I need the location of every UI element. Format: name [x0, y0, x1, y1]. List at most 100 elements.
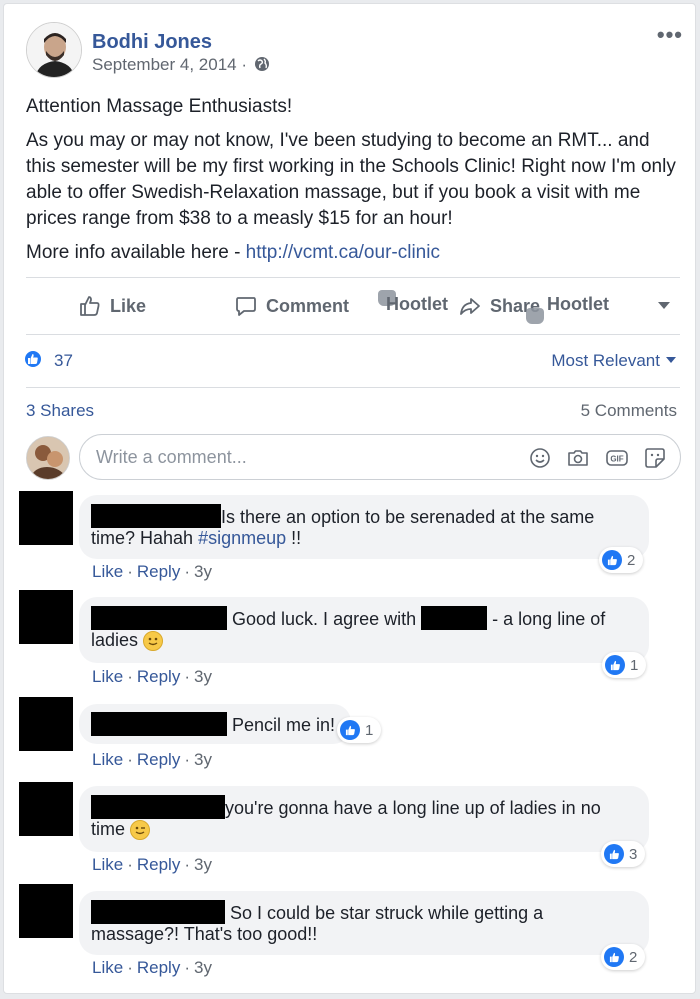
comment-text: - a long line of: [492, 609, 606, 629]
comment-reaction-count[interactable]: 2: [599, 547, 644, 573]
author-avatar[interactable]: [26, 22, 82, 78]
commenter-avatar[interactable]: [19, 491, 73, 545]
comment-text: So I could be star struck while getting …: [230, 903, 544, 923]
comment-reply-link[interactable]: Reply: [137, 750, 180, 769]
comment-bubble: Pencil me in!: [79, 704, 351, 744]
comment-reaction-count[interactable]: 1: [337, 717, 382, 743]
comment-text: time: [91, 819, 126, 839]
comment-label: Comment: [266, 295, 350, 316]
reaction-number: 3: [629, 845, 638, 863]
like-label: Like: [110, 295, 147, 316]
comment-bubble: Is there an option to be serenaded at th…: [79, 495, 649, 559]
comment-like-link[interactable]: Like: [92, 667, 123, 686]
comment-box[interactable]: GIF: [79, 434, 681, 480]
post-body: Attention Massage Enthusiasts! As you ma…: [26, 94, 676, 274]
author-photo-icon: [27, 23, 81, 77]
user-photo-icon: [27, 437, 69, 479]
commenter-avatar[interactable]: [19, 590, 73, 644]
comment-time[interactable]: 3y: [194, 667, 212, 686]
post-more-info: More info available here - http://vcmt.c…: [26, 240, 676, 266]
comment-meta: Like · Reply · 3y: [92, 750, 212, 769]
comment-reply-link[interactable]: Reply: [137, 855, 180, 874]
sort-comments-dropdown[interactable]: Most Relevant: [551, 351, 676, 371]
comment-text: time? Hahah: [91, 528, 199, 548]
hootlet-label: Hootlet: [386, 294, 448, 314]
reaction-count[interactable]: 37: [54, 351, 73, 371]
current-user-avatar: [26, 436, 70, 480]
wink-emoji-icon: [130, 820, 151, 840]
comment-bubble: you're gonna have a long line up of ladi…: [79, 786, 649, 852]
redacted-name: [91, 795, 225, 819]
comment-time[interactable]: 3y: [194, 562, 212, 581]
camera-icon[interactable]: [566, 446, 590, 470]
more-options-icon[interactable]: •••: [657, 22, 683, 48]
hootlet-owl-icon: [526, 308, 544, 324]
comment-input[interactable]: [96, 445, 516, 469]
redacted-name: [91, 504, 221, 528]
commenter-avatar[interactable]: [19, 782, 73, 836]
clinic-link[interactable]: http://vcmt.ca/our-clinic: [246, 242, 440, 263]
comment-time[interactable]: 3y: [194, 750, 212, 769]
shares-count[interactable]: 3 Shares: [26, 401, 94, 421]
comment-reaction-count[interactable]: 1: [602, 652, 647, 678]
comment-reply-link[interactable]: Reply: [137, 667, 180, 686]
like-reaction-icon: [605, 655, 625, 675]
redacted-name: [421, 606, 488, 630]
comment-time[interactable]: 3y: [194, 855, 212, 874]
caret-down-icon: [666, 357, 676, 363]
reaction-number: 1: [630, 656, 639, 674]
post-date[interactable]: September 4, 2014 ·: [92, 55, 270, 75]
redacted-name: [91, 606, 227, 630]
post-date-text[interactable]: September 4, 2014 ·: [92, 55, 247, 74]
chevron-down-icon[interactable]: [658, 302, 670, 309]
comment-meta: Like · Reply · 3y: [92, 562, 212, 581]
reactions-row: 37 Most Relevant: [23, 335, 680, 388]
hootlet-share-label: Hootlet: [547, 294, 609, 314]
commenter-avatar[interactable]: [19, 884, 73, 938]
comment-reaction-count[interactable]: 2: [601, 944, 646, 970]
more-info-text: More info available here -: [26, 242, 246, 263]
comment-time[interactable]: 3y: [194, 958, 212, 977]
post-paragraph: As you may or may not know, I've been st…: [26, 130, 676, 229]
hashtag-link[interactable]: #signmeup: [198, 528, 286, 548]
comment-meta: Like · Reply · 3y: [92, 667, 212, 686]
reaction-number: 2: [627, 551, 636, 569]
comment-icon: [236, 297, 256, 316]
comment-reply-link[interactable]: Reply: [137, 958, 180, 977]
like-reaction-icon[interactable]: [23, 349, 43, 369]
emoji-icon[interactable]: [528, 446, 552, 470]
post-paragraph: Attention Massage Enthusiasts!: [26, 96, 293, 117]
comment-bubble: So I could be star struck while getting …: [79, 891, 649, 955]
comment-reply-link[interactable]: Reply: [137, 562, 180, 581]
share-arrow-icon: [460, 298, 480, 315]
comment-bubble: Good luck. I agree with - a long line of…: [79, 597, 649, 663]
like-reaction-icon: [602, 550, 622, 570]
like-reaction-icon: [604, 844, 624, 864]
comment-like-link[interactable]: Like: [92, 855, 123, 874]
author-name[interactable]: Bodhi Jones: [92, 31, 212, 54]
comment-like-link[interactable]: Like: [92, 562, 123, 581]
comment-text: massage?! That's too good!!: [91, 924, 318, 944]
post-card: Bodhi Jones September 4, 2014 · ••• Atte…: [3, 3, 696, 994]
comment-text: Pencil me in!: [232, 715, 336, 735]
commenter-avatar[interactable]: [19, 697, 73, 751]
comments-count[interactable]: 5 Comments: [581, 401, 677, 421]
reaction-number: 2: [629, 948, 638, 966]
globe-icon: [254, 57, 269, 71]
hootlet-share-button[interactable]: Hootlet: [547, 294, 609, 315]
comment-text: Is there an option to be serenaded at th…: [221, 507, 595, 527]
comment-text: ladies: [91, 630, 139, 650]
gif-icon[interactable]: GIF: [605, 446, 629, 470]
svg-text:GIF: GIF: [610, 455, 623, 464]
comment-reaction-count[interactable]: 3: [601, 841, 646, 867]
action-bar: Like Comment Hootlet Share Hootlet: [26, 277, 680, 335]
hootlet-button[interactable]: Hootlet: [386, 294, 448, 315]
comment-like-link[interactable]: Like: [92, 750, 123, 769]
comment-like-link[interactable]: Like: [92, 958, 123, 977]
thumbs-up-icon: [80, 296, 100, 316]
reaction-number: 1: [365, 721, 374, 739]
sticker-icon[interactable]: [643, 446, 667, 470]
comment-button[interactable]: Comment: [234, 294, 349, 318]
like-button[interactable]: Like: [78, 294, 146, 318]
comment-text: !!: [286, 528, 302, 548]
